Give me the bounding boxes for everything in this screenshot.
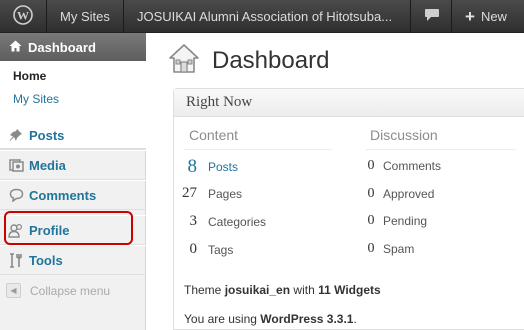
media-icon bbox=[8, 158, 24, 172]
pages-label[interactable]: Pages bbox=[208, 187, 242, 201]
new-label: New bbox=[480, 9, 507, 24]
content-row-posts[interactable]: 8 Posts bbox=[174, 156, 239, 178]
pages-count[interactable]: 27 bbox=[174, 185, 197, 202]
tags-count[interactable]: 0 bbox=[174, 241, 198, 258]
content-divider bbox=[184, 149, 332, 150]
svg-text:W: W bbox=[17, 9, 29, 23]
wp-admin-screen: W My Sites JOSUIKAI Alumni Association o… bbox=[0, 0, 524, 330]
site-name-menu[interactable]: JOSUIKAI Alumni Association of Hitotsuba… bbox=[125, 0, 411, 33]
content-row-pages[interactable]: 27 Pages bbox=[174, 185, 242, 202]
submenu-my-sites[interactable]: My Sites bbox=[13, 92, 59, 106]
wordpress-logo-icon: W bbox=[13, 5, 33, 28]
spam-label[interactable]: Spam bbox=[383, 242, 414, 256]
pushpin-icon bbox=[8, 128, 24, 142]
pending-label[interactable]: Pending bbox=[383, 214, 427, 228]
discussion-row-pending[interactable]: 0 Pending bbox=[366, 213, 428, 229]
discussion-row-spam[interactable]: 0 Spam bbox=[366, 241, 415, 257]
approved-label[interactable]: Approved bbox=[383, 187, 434, 201]
collapse-arrow-icon: ◀ bbox=[6, 283, 21, 298]
content-heading: Content bbox=[189, 127, 239, 143]
menu-item-media[interactable]: Media bbox=[0, 150, 146, 180]
menu-tools-label: Tools bbox=[29, 252, 63, 268]
comments-count[interactable]: 0 bbox=[366, 158, 376, 174]
menu-media-label: Media bbox=[29, 157, 66, 173]
pending-count[interactable]: 0 bbox=[366, 213, 376, 229]
admin-menu: Dashboard Home My Sites Posts Media Comm… bbox=[0, 33, 146, 330]
page-title: Dashboard bbox=[168, 42, 329, 79]
approved-count[interactable]: 0 bbox=[366, 186, 376, 202]
version-prefix: You are using bbox=[184, 312, 257, 326]
discussion-heading: Discussion bbox=[370, 127, 438, 143]
menu-posts-label: Posts bbox=[29, 127, 65, 143]
admin-bar: W My Sites JOSUIKAI Alumni Association o… bbox=[0, 0, 524, 33]
house-icon bbox=[168, 42, 200, 79]
menu-dashboard-label: Dashboard bbox=[28, 39, 96, 55]
submenu-home[interactable]: Home bbox=[13, 69, 46, 83]
categories-label[interactable]: Categories bbox=[208, 215, 266, 229]
theme-line: Theme josuikai_en with 11 Widgets bbox=[184, 283, 381, 297]
categories-count[interactable]: 3 bbox=[174, 213, 198, 230]
discussion-row-comments[interactable]: 0 Comments bbox=[366, 158, 442, 174]
content-row-tags[interactable]: 0 Tags bbox=[174, 241, 234, 258]
plus-icon: + bbox=[465, 6, 475, 26]
menu-item-dashboard[interactable]: Dashboard bbox=[0, 33, 146, 61]
menu-item-comments[interactable]: Comments bbox=[0, 180, 146, 210]
discussion-row-approved[interactable]: 0 Approved bbox=[366, 186, 435, 202]
speech-bubble-icon bbox=[8, 188, 24, 202]
comments-label[interactable]: Comments bbox=[383, 159, 441, 173]
collapse-label: Collapse menu bbox=[30, 283, 111, 298]
posts-count[interactable]: 8 bbox=[174, 156, 198, 178]
theme-name: josuikai_en bbox=[224, 283, 291, 297]
theme-prefix: Theme bbox=[184, 283, 222, 297]
page-title-text: Dashboard bbox=[212, 46, 330, 74]
my-sites-menu[interactable]: My Sites bbox=[48, 0, 124, 33]
menu-comments-label: Comments bbox=[29, 187, 97, 203]
version-suffix: . bbox=[353, 312, 357, 326]
version-name: WordPress 3.3.1 bbox=[260, 312, 354, 326]
version-line: You are using WordPress 3.3.1. bbox=[184, 312, 357, 326]
widget-title: Right Now bbox=[174, 89, 524, 117]
tags-label[interactable]: Tags bbox=[208, 243, 233, 257]
right-now-widget: Right Now Content Discussion 8 Posts 27 … bbox=[173, 88, 524, 330]
house-icon bbox=[9, 40, 22, 55]
collapse-menu-button[interactable]: ◀ Collapse menu bbox=[6, 283, 110, 298]
spam-count[interactable]: 0 bbox=[366, 241, 376, 257]
menu-item-tools[interactable]: Tools bbox=[0, 245, 146, 275]
comments-button[interactable] bbox=[412, 0, 452, 33]
tools-icon bbox=[8, 252, 24, 268]
wp-logo-button[interactable]: W bbox=[0, 0, 47, 33]
posts-label[interactable]: Posts bbox=[208, 160, 238, 174]
widgets-link[interactable]: 11 Widgets bbox=[318, 283, 381, 297]
theme-with: with bbox=[293, 283, 315, 297]
new-content-menu[interactable]: + New bbox=[453, 0, 524, 33]
discussion-divider bbox=[366, 149, 516, 150]
profile-highlight-annotation bbox=[4, 211, 133, 245]
speech-bubble-icon bbox=[424, 8, 440, 25]
menu-item-posts[interactable]: Posts bbox=[0, 120, 146, 150]
content-row-categories[interactable]: 3 Categories bbox=[174, 213, 267, 230]
